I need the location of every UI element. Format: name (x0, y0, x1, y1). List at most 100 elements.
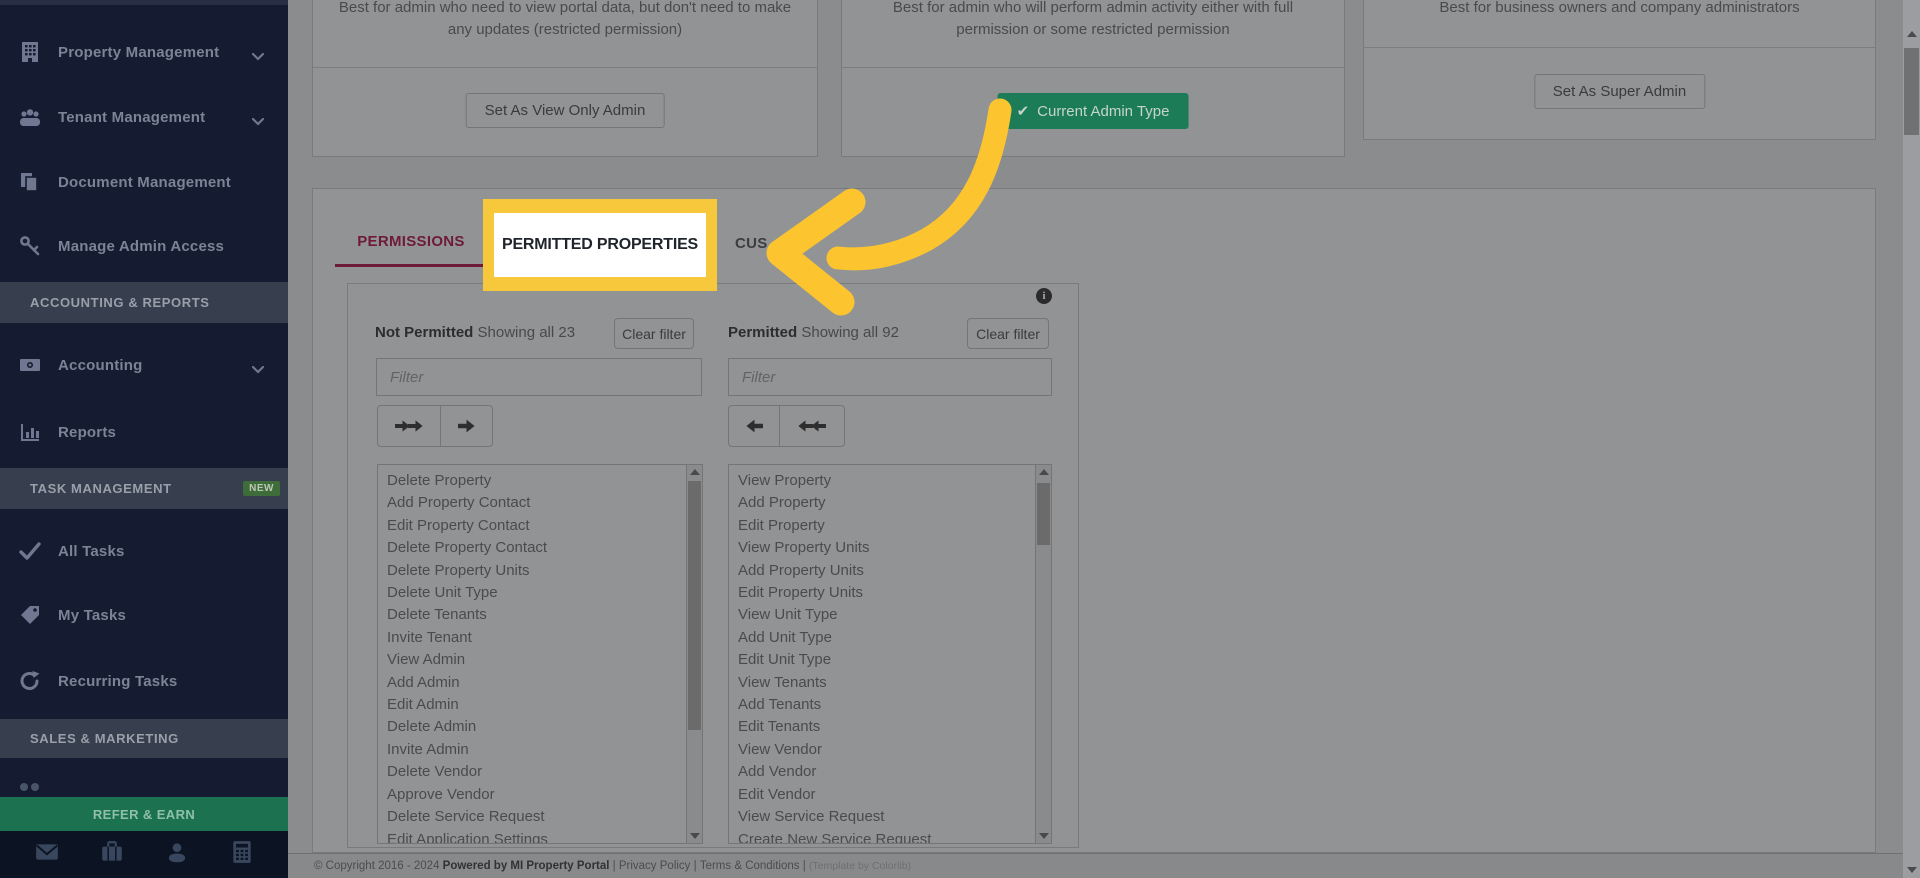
list-item[interactable]: Add Vendor (738, 761, 1035, 783)
list-item[interactable]: Add Property Units (738, 560, 1035, 582)
sidebar-item-document-management[interactable]: Document Management (0, 156, 288, 208)
scroll-up-arrow[interactable] (687, 465, 702, 479)
scrollbar-thumb[interactable] (688, 481, 701, 730)
list-item[interactable]: Edit Application Settings (387, 829, 686, 844)
list-item[interactable]: Edit Vendor (738, 784, 1035, 806)
tag-icon (18, 603, 42, 627)
permitted-list[interactable]: View Property Add Property Edit Property Vi… (728, 464, 1052, 844)
list-item[interactable]: Edit Unit Type (738, 649, 1035, 671)
list-item[interactable]: Delete Property Units (387, 560, 686, 582)
scroll-down-arrow[interactable] (687, 829, 702, 843)
list-item[interactable]: View Vendor (738, 739, 1035, 761)
admin-card-description: Best for admin who will perform admin ac… (892, 0, 1294, 38)
list-item[interactable]: Edit Admin (387, 694, 686, 716)
clear-filter-button-left[interactable]: Clear filter (614, 318, 694, 349)
move-all-right-button[interactable] (377, 405, 441, 447)
scroll-down-arrow[interactable] (1903, 861, 1920, 878)
list-item[interactable]: Delete Property Contact (387, 537, 686, 559)
sidebar-item-manage-admin-access[interactable]: Manage Admin Access (0, 220, 288, 272)
annotation-highlight-box: PERMITTED PROPERTIES (483, 199, 717, 291)
sidebar-item-label: Document Management (58, 173, 231, 191)
list-scrollbar[interactable] (686, 465, 702, 843)
person-icon[interactable] (164, 839, 190, 870)
list-item[interactable]: View Property Units (738, 537, 1035, 559)
set-view-only-admin-button[interactable]: Set As View Only Admin (465, 93, 665, 128)
move-right-button[interactable] (440, 405, 493, 447)
list-item[interactable]: Edit Tenants (738, 716, 1035, 738)
list-item[interactable]: Delete Property (387, 470, 686, 492)
list-item[interactable]: Add Property (738, 492, 1035, 514)
chevron-down-icon (251, 361, 265, 374)
tab-custom-partial[interactable]: CUS (735, 235, 768, 252)
sidebar-item-label: Accounting (58, 356, 143, 374)
permitted-header: Permitted Showing all 92 (728, 324, 899, 341)
page-scrollbar[interactable] (1903, 0, 1920, 878)
scroll-up-arrow[interactable] (1903, 25, 1920, 42)
list-item[interactable]: Add Property Contact (387, 492, 686, 514)
button-label: Current Admin Type (1037, 103, 1170, 120)
sidebar-item-all-tasks[interactable]: All Tasks (0, 525, 288, 577)
list-item[interactable]: Edit Property Units (738, 582, 1035, 604)
list-item[interactable]: Edit Property Contact (387, 515, 686, 537)
privacy-policy-link[interactable]: Privacy Policy (619, 860, 691, 872)
move-left-button-group (728, 405, 845, 447)
calculator-icon[interactable] (229, 839, 255, 870)
list-item[interactable]: Delete Tenants (387, 604, 686, 626)
list-item[interactable]: Delete Service Request (387, 806, 686, 828)
list-item[interactable]: Add Tenants (738, 694, 1035, 716)
building-icon (18, 40, 42, 64)
sidebar-item-accounting[interactable]: Accounting (0, 339, 288, 391)
money-icon (18, 353, 42, 377)
scroll-down-arrow[interactable] (1036, 829, 1051, 843)
partial-menu-icon (20, 778, 46, 791)
list-item[interactable]: View Property (738, 470, 1035, 492)
list-item[interactable]: Invite Admin (387, 739, 686, 761)
list-item[interactable]: View Service Request (738, 806, 1035, 828)
sidebar-item-recurring-tasks[interactable]: Recurring Tasks (0, 655, 288, 707)
info-icon[interactable]: i (1036, 288, 1052, 304)
clear-filter-button-right[interactable]: Clear filter (967, 318, 1049, 349)
list-scrollbar[interactable] (1035, 465, 1051, 843)
footer: © Copyright 2016 - 2024 Powered by MI Pr… (288, 853, 1904, 878)
tab-permitted-properties[interactable]: PERMITTED PROPERTIES (494, 213, 706, 277)
list-item[interactable]: View Admin (387, 649, 686, 671)
list-item[interactable]: Invite Tenant (387, 627, 686, 649)
filter-input-left[interactable] (376, 358, 702, 396)
sidebar-item-property-management[interactable]: Property Management (0, 26, 288, 78)
admin-card-view-only: Best for admin who need to view portal d… (312, 0, 818, 157)
list-item[interactable]: View Unit Type (738, 604, 1035, 626)
set-super-admin-button[interactable]: Set As Super Admin (1533, 74, 1706, 109)
list-item[interactable]: Add Unit Type (738, 627, 1035, 649)
not-permitted-list[interactable]: Delete Property Add Property Contact Edit … (377, 464, 703, 844)
list-item[interactable]: Add Admin (387, 672, 686, 694)
sidebar-item-label: Recurring Tasks (58, 672, 178, 690)
sidebar-item-label: Reports (58, 423, 117, 441)
tab-permissions[interactable]: PERMISSIONS (335, 233, 487, 267)
refer-earn-button[interactable]: REFER & EARN (0, 797, 288, 831)
briefcase-icon[interactable] (99, 839, 125, 870)
list-item[interactable]: Edit Property (738, 515, 1035, 537)
sidebar-item-label: All Tasks (58, 542, 125, 560)
move-left-button[interactable] (728, 405, 780, 447)
scrollbar-thumb[interactable] (1037, 483, 1050, 545)
terms-conditions-link[interactable]: Terms & Conditions (700, 860, 800, 872)
sidebar-item-my-tasks[interactable]: My Tasks (0, 589, 288, 641)
scrollbar-thumb[interactable] (1904, 48, 1919, 135)
admin-card-description: Best for admin who need to view portal d… (338, 0, 792, 38)
admin-card-admin: Best for admin who will perform admin ac… (841, 0, 1345, 157)
list-item[interactable]: Delete Admin (387, 716, 686, 738)
move-all-left-button[interactable] (779, 405, 845, 447)
scroll-up-arrow[interactable] (1036, 465, 1051, 479)
list-item[interactable]: Approve Vendor (387, 784, 686, 806)
card-divider (842, 67, 1344, 68)
list-item[interactable]: View Tenants (738, 672, 1035, 694)
sidebar-item-tenant-management[interactable]: Tenant Management (0, 91, 288, 143)
list-item[interactable]: Delete Vendor (387, 761, 686, 783)
current-admin-type-button[interactable]: ✔ Current Admin Type (997, 93, 1189, 129)
sidebar-item-reports[interactable]: Reports (0, 406, 288, 458)
sidebar-item-label: My Tasks (58, 606, 127, 624)
list-item[interactable]: Create New Service Request (738, 829, 1035, 844)
envelope-icon[interactable] (34, 839, 60, 870)
filter-input-right[interactable] (728, 358, 1052, 396)
list-item[interactable]: Delete Unit Type (387, 582, 686, 604)
